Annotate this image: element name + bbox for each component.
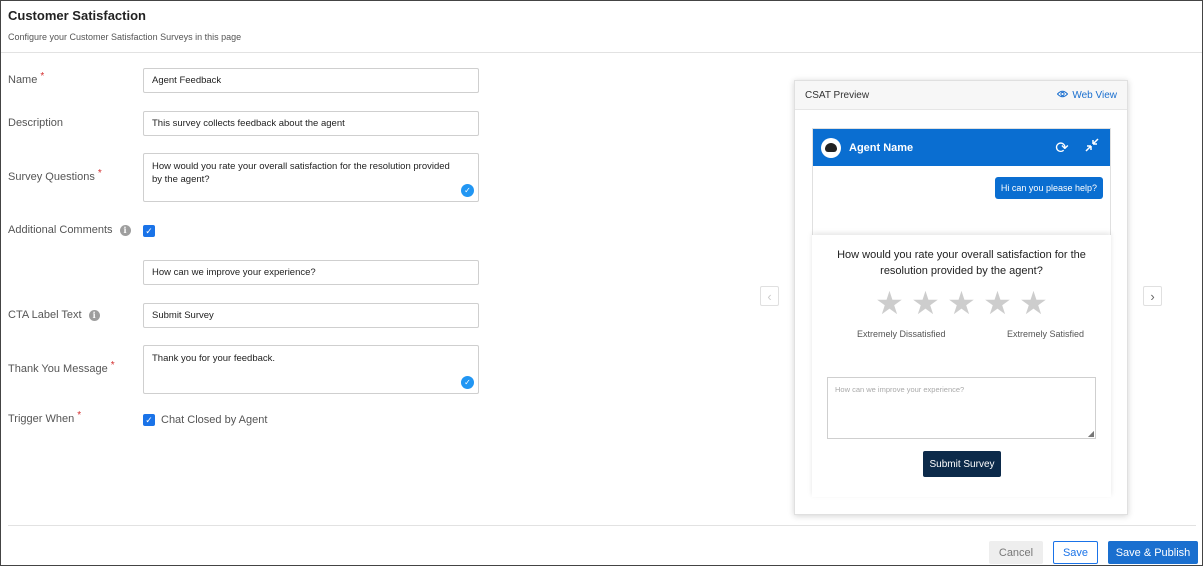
survey-questions-label: Survey Questions *: [8, 167, 102, 184]
page-title: Customer Satisfaction: [8, 8, 146, 23]
scale-low-label: Extremely Dissatisfied: [857, 329, 946, 339]
refresh-icon[interactable]: ⟳: [1052, 138, 1072, 158]
required-mark: *: [97, 167, 102, 179]
web-view-link[interactable]: Web View: [1057, 90, 1117, 101]
name-label: Name *: [8, 70, 45, 87]
thank-you-label-text: Thank You Message: [8, 363, 108, 375]
save-publish-button[interactable]: Save & Publish: [1108, 541, 1198, 564]
minimize-icon[interactable]: [1082, 137, 1102, 158]
comments-placeholder-input[interactable]: How can we improve your experience?: [143, 260, 479, 285]
trigger-when-label: Trigger When *: [8, 409, 82, 426]
star-icon[interactable]: ★: [874, 285, 906, 321]
comments-placeholder-value: How can we improve your experience?: [152, 267, 316, 278]
chevron-right-icon[interactable]: ›: [1143, 286, 1162, 306]
required-mark: *: [77, 409, 82, 421]
grammar-check-icon[interactable]: ✓: [461, 184, 474, 197]
page-subtitle: Configure your Customer Satisfaction Sur…: [8, 32, 242, 42]
preview-header: CSAT Preview Web View: [795, 81, 1127, 110]
description-label-text: Description: [8, 117, 64, 129]
star-rating[interactable]: ★ ★ ★ ★ ★: [812, 285, 1111, 321]
info-icon[interactable]: i: [88, 309, 100, 321]
additional-comments-checkbox[interactable]: ✓: [143, 225, 155, 237]
csat-preview-panel: CSAT Preview Web View Agent Name ⟳ Hi ca…: [794, 80, 1128, 515]
survey-card: How would you rate your overall satisfac…: [812, 235, 1111, 497]
info-icon[interactable]: i: [119, 224, 131, 236]
submit-survey-button[interactable]: Submit Survey: [923, 451, 1001, 477]
page-header: Customer Satisfaction Configure your Cus…: [8, 8, 241, 42]
required-mark: *: [40, 70, 45, 82]
description-label: Description: [8, 117, 63, 129]
header-divider: [1, 52, 1202, 53]
star-icon[interactable]: ★: [982, 285, 1014, 321]
thank-you-textarea[interactable]: Thank you for your feedback. ✓: [143, 345, 479, 394]
chat-widget: Agent Name ⟳ Hi can you please help? How…: [812, 128, 1111, 497]
preview-title: CSAT Preview: [805, 89, 870, 101]
footer-divider: [8, 525, 1196, 526]
thank-you-label: Thank You Message *: [8, 359, 115, 376]
description-input-value: This survey collects feedback about the …: [152, 118, 345, 129]
comment-textarea[interactable]: How can we improve your experience? ◢: [827, 377, 1096, 439]
agent-avatar: [821, 137, 841, 158]
app-frame: Customer Satisfaction Configure your Cus…: [0, 0, 1203, 566]
name-input[interactable]: Agent Feedback: [143, 68, 479, 93]
thank-you-value: Thank you for your feedback.: [152, 353, 276, 364]
name-input-value: Agent Feedback: [152, 75, 222, 86]
chat-closed-checkbox[interactable]: ✓: [143, 414, 155, 426]
additional-comments-label-text: Additional Comments: [8, 224, 113, 236]
agent-name: Agent Name: [849, 141, 914, 154]
cancel-button[interactable]: Cancel: [989, 541, 1043, 564]
save-button[interactable]: Save: [1053, 541, 1098, 564]
star-icon[interactable]: ★: [910, 285, 942, 321]
cta-label-value: Submit Survey: [152, 310, 214, 321]
survey-questions-textarea[interactable]: How would you rate your overall satisfac…: [143, 153, 479, 202]
name-label-text: Name: [8, 74, 38, 86]
cta-label-text-label: CTA Label Text i: [8, 309, 100, 321]
eye-icon: [1057, 90, 1069, 101]
trigger-when-label-text: Trigger When: [8, 413, 75, 425]
star-icon[interactable]: ★: [1018, 285, 1050, 321]
survey-question: How would you rate your overall satisfac…: [837, 249, 1086, 277]
survey-questions-value: How would you rate your overall satisfac…: [152, 161, 450, 185]
survey-questions-label-text: Survey Questions: [8, 171, 95, 183]
description-input[interactable]: This survey collects feedback about the …: [143, 111, 479, 136]
scale-high-label: Extremely Satisfied: [1006, 329, 1084, 339]
cta-label-text-label-text: CTA Label Text: [8, 309, 82, 321]
additional-comments-label: Additional Comments i: [8, 224, 131, 236]
rating-scale: Extremely Dissatisfied Extremely Satisfi…: [857, 329, 1084, 339]
star-icon[interactable]: ★: [946, 285, 978, 321]
resize-handle-icon[interactable]: ◢: [1088, 429, 1094, 438]
web-view-label: Web View: [1072, 89, 1117, 101]
grammar-check-icon[interactable]: ✓: [461, 376, 474, 389]
comment-placeholder: How can we improve your experience?: [835, 385, 965, 394]
required-mark: *: [110, 359, 115, 371]
user-message-bubble: Hi can you please help?: [994, 177, 1103, 199]
cta-label-input[interactable]: Submit Survey: [143, 303, 479, 328]
chat-header: Agent Name ⟳: [813, 129, 1110, 166]
chat-closed-label[interactable]: Chat Closed by Agent: [161, 414, 267, 426]
chevron-left-icon[interactable]: ‹: [760, 286, 779, 306]
